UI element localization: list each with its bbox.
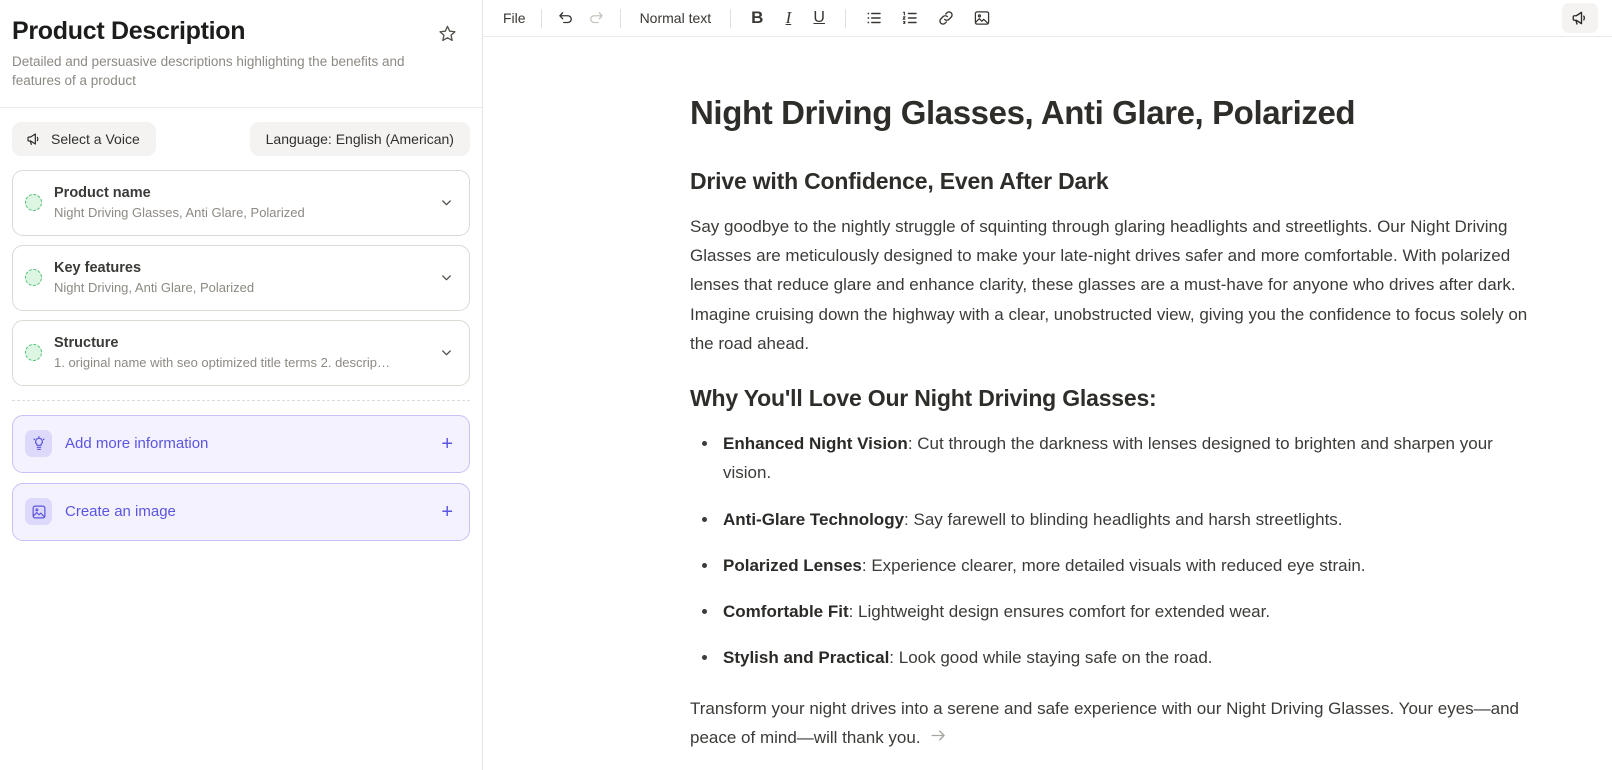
document-bullet-list: Enhanced Night Vision: Cut through the d…	[690, 429, 1545, 671]
announcements-button[interactable]	[1562, 3, 1598, 33]
chevron-down-icon[interactable]	[437, 345, 455, 360]
app-root: Product Description Detailed and persuas…	[0, 0, 1612, 770]
list-item-term: Enhanced Night Vision	[723, 434, 908, 454]
toolbar-separator	[619, 8, 621, 28]
document-paragraph-1: Say goodbye to the nightly struggle of s…	[690, 217, 1528, 353]
input-card-structure[interactable]: Structure 1. original name with seo opti…	[12, 319, 470, 386]
sidebar-actions: Add more information + Create an image +	[0, 414, 482, 541]
list-item-text: : Say farewell to blinding headlights an…	[904, 509, 1343, 529]
redo-icon[interactable]	[581, 4, 611, 32]
document-canvas[interactable]: Night Driving Glasses, Anti Glare, Polar…	[483, 37, 1612, 770]
plus-icon[interactable]: +	[441, 502, 453, 522]
list-item-text: : Experience clearer, more detailed visu…	[861, 555, 1366, 575]
document-heading-1: Drive with Confidence, Even After Dark	[690, 167, 1109, 194]
language-button[interactable]: Language: English (American)	[249, 121, 470, 156]
editor-toolbar: File Normal text B I U	[483, 0, 1612, 37]
card-body: Product name Night Driving Glasses, Anti…	[54, 184, 437, 222]
list-item-term: Stylish and Practical	[723, 647, 890, 667]
lightbulb-icon	[25, 430, 52, 458]
card-body: Structure 1. original name with seo opti…	[54, 334, 437, 372]
card-title: Structure	[54, 334, 119, 351]
bullet-list-icon[interactable]	[859, 4, 889, 32]
plus-icon[interactable]: +	[441, 434, 453, 454]
create-an-image-button[interactable]: Create an image +	[12, 482, 470, 541]
undo-icon[interactable]	[551, 4, 581, 32]
text-style-dropdown[interactable]: Normal text	[630, 4, 722, 32]
italic-label: I	[785, 8, 792, 27]
document-paragraph-2-text: Transform your night drives into a seren…	[690, 698, 1520, 747]
italic-button[interactable]: I	[774, 4, 802, 32]
arrow-right-icon	[929, 725, 948, 754]
input-card-product-name[interactable]: Product name Night Driving Glasses, Anti…	[12, 169, 470, 236]
page-subtitle: Detailed and persuasive descriptions hig…	[12, 53, 405, 89]
card-title: Product name	[54, 184, 151, 201]
sidebar-title-row: Product Description	[12, 17, 460, 52]
sidebar-header: Product Description Detailed and persuas…	[0, 0, 482, 108]
document-paragraph-2: Transform your night drives into a seren…	[690, 694, 1545, 754]
toolbar-separator	[730, 8, 732, 28]
insert-image-icon[interactable]	[967, 4, 997, 32]
select-voice-button[interactable]: Select a Voice	[12, 121, 156, 156]
list-item-text: : Look good while staying safe on the ro…	[889, 647, 1213, 667]
bold-label: B	[751, 8, 764, 27]
numbered-list-icon[interactable]	[895, 4, 925, 32]
toolbar-separator	[540, 8, 542, 28]
megaphone-icon	[26, 131, 42, 147]
image-icon	[25, 498, 52, 526]
underline-button[interactable]: U	[802, 4, 836, 32]
card-value: 1. original name with seo optimized titl…	[54, 354, 390, 370]
input-cards: Product name Night Driving Glasses, Anti…	[0, 162, 482, 386]
list-item-term: Polarized Lenses	[723, 555, 862, 575]
section-divider	[12, 399, 470, 401]
select-voice-label: Select a Voice	[51, 130, 140, 147]
card-value: Night Driving Glasses, Anti Glare, Polar…	[54, 204, 305, 220]
list-item-term: Anti-Glare Technology	[723, 509, 905, 529]
input-card-key-features[interactable]: Key features Night Driving, Anti Glare, …	[12, 244, 470, 311]
list-item: Enhanced Night Vision: Cut through the d…	[719, 429, 1545, 487]
list-item: Comfortable Fit: Lightweight design ensu…	[719, 597, 1545, 626]
list-item: Polarized Lenses: Experience clearer, mo…	[719, 551, 1545, 580]
underline-label: U	[813, 9, 825, 26]
add-more-information-label: Add more information	[65, 435, 209, 453]
list-item-term: Comfortable Fit	[723, 601, 849, 621]
link-icon[interactable]	[931, 4, 961, 32]
card-value: Night Driving, Anti Glare, Polarized	[54, 279, 255, 295]
add-more-information-button[interactable]: Add more information +	[12, 414, 470, 473]
list-item-text: : Lightweight design ensures comfort for…	[848, 601, 1271, 621]
sidebar: Product Description Detailed and persuas…	[0, 0, 483, 770]
list-item: Stylish and Practical: Look good while s…	[719, 643, 1545, 672]
green-dashed-dot-icon	[25, 269, 42, 287]
toolbar-separator	[844, 8, 846, 28]
page-title: Product Description	[12, 17, 246, 45]
card-title: Key features	[54, 259, 142, 276]
sidebar-controls: Select a Voice Language: English (Americ…	[0, 108, 482, 162]
green-dashed-dot-icon	[25, 344, 42, 362]
document-content: Night Driving Glasses, Anti Glare, Polar…	[690, 93, 1545, 754]
card-body: Key features Night Driving, Anti Glare, …	[54, 259, 437, 297]
green-dashed-dot-icon	[25, 194, 42, 212]
editor-pane: File Normal text B I U Night Driving Gla…	[483, 0, 1612, 770]
chevron-down-icon[interactable]	[437, 195, 455, 210]
document-heading-2: Why You'll Love Our Night Driving Glasse…	[690, 384, 1157, 411]
chevron-down-icon[interactable]	[437, 270, 455, 285]
list-item: Anti-Glare Technology: Say farewell to b…	[719, 505, 1545, 534]
create-an-image-label: Create an image	[65, 503, 176, 521]
megaphone-icon	[1571, 9, 1589, 27]
star-icon[interactable]	[434, 20, 460, 46]
bold-button[interactable]: B	[740, 4, 774, 32]
document-title: Night Driving Glasses, Anti Glare, Polar…	[690, 94, 1356, 131]
file-menu-button[interactable]: File	[497, 4, 532, 32]
